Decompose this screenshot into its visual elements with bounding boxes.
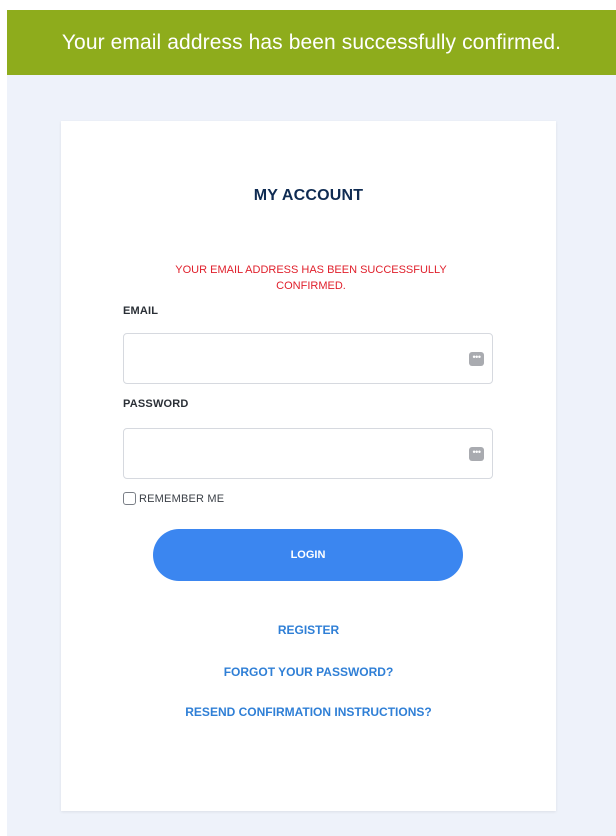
flash-banner: Your email address has been successfully… xyxy=(7,10,616,75)
login-card: MY ACCOUNT YOUR EMAIL ADDRESS HAS BEEN S… xyxy=(61,121,556,811)
password-label: PASSWORD xyxy=(123,398,189,410)
confirmation-alert: YOUR EMAIL ADDRESS HAS BEEN SUCCESSFULLY… xyxy=(175,264,447,292)
resend-confirmation-link[interactable]: RESEND CONFIRMATION INSTRUCTIONS? xyxy=(61,705,556,719)
remember-me-label[interactable]: REMEMBER ME xyxy=(139,493,224,505)
email-field-container: ••• xyxy=(123,333,493,384)
password-field-container: ••• xyxy=(123,428,493,479)
remember-me-checkbox[interactable] xyxy=(123,492,136,505)
remember-me-row[interactable]: REMEMBER ME xyxy=(123,492,224,505)
forgot-password-link[interactable]: FORGOT YOUR PASSWORD? xyxy=(61,665,556,679)
email-label: EMAIL xyxy=(123,305,159,317)
register-link[interactable]: REGISTER xyxy=(61,623,556,637)
flash-message: Your email address has been successfully… xyxy=(61,31,562,54)
page-background: Your email address has been successfully… xyxy=(7,10,616,836)
password-manager-key-icon[interactable]: ••• xyxy=(469,352,484,366)
password-manager-key-icon[interactable]: ••• xyxy=(469,447,484,461)
email-field[interactable] xyxy=(124,334,474,383)
password-field[interactable] xyxy=(124,429,474,478)
page-title: MY ACCOUNT xyxy=(253,187,364,204)
login-button[interactable]: LOGIN xyxy=(153,529,463,581)
